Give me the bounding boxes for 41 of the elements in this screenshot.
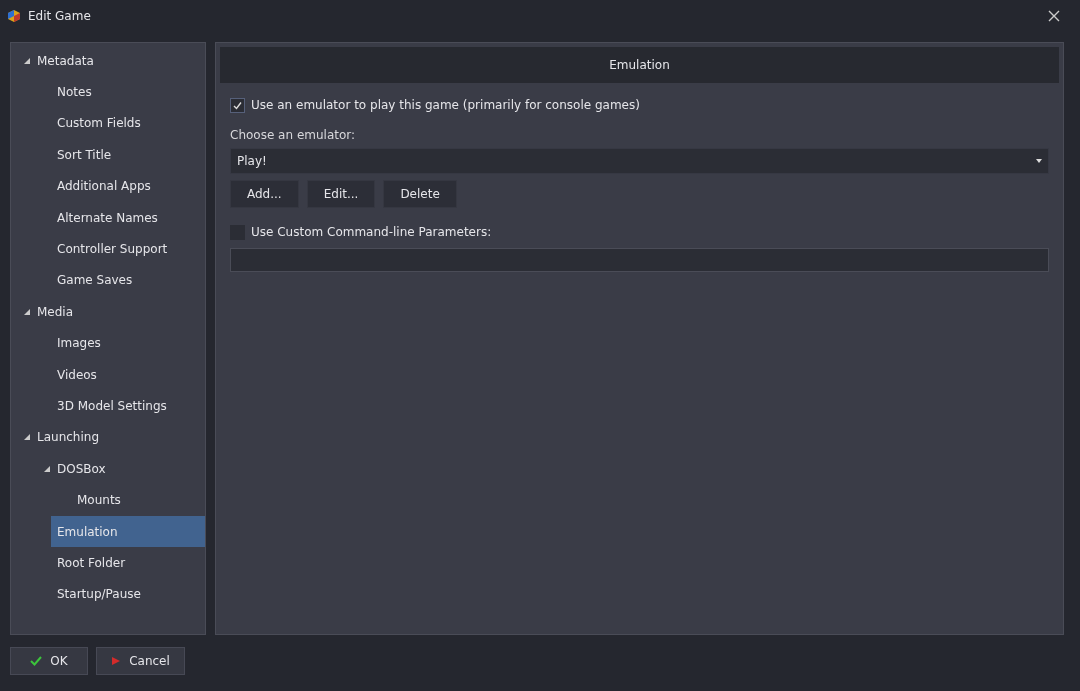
tree-item[interactable]: Mounts	[11, 484, 205, 516]
action-button[interactable]: Edit...	[306, 180, 376, 208]
dropdown-caret-icon	[1036, 159, 1042, 163]
tree-item[interactable]: Launching	[11, 421, 205, 454]
action-button[interactable]: Add...	[230, 180, 299, 208]
tree-item[interactable]: Metadata	[11, 45, 205, 77]
tree-item[interactable]: Sort Title	[11, 139, 205, 171]
tree-item[interactable]: Media	[11, 296, 205, 328]
dialog-button[interactable]: Cancel	[96, 647, 185, 675]
expanded-triangle-icon[interactable]	[24, 57, 30, 64]
input-field[interactable]	[230, 248, 1049, 272]
tree-item[interactable]: Controller Support	[11, 233, 205, 265]
expanded-triangle-icon[interactable]	[24, 434, 30, 441]
checkbox-label: Use Custom Command-line Parameters:	[251, 225, 492, 239]
checkbox-label: Use an emulator to play this game (primarily for console games)	[251, 98, 640, 112]
checkbox[interactable]	[230, 97, 245, 113]
expanded-triangle-icon[interactable]	[24, 308, 30, 315]
field-label: Choose an emulator:	[230, 128, 357, 142]
tree-item[interactable]: Images	[11, 327, 205, 359]
tree-item[interactable]: 3D Model Settings	[11, 390, 205, 422]
tree-item[interactable]: Videos	[11, 358, 205, 391]
tree-item[interactable]: Root Folder	[11, 547, 205, 579]
cancel-icon	[111, 656, 122, 666]
expanded-triangle-icon[interactable]	[44, 465, 50, 472]
tree-item[interactable]: Game Saves	[11, 264, 205, 297]
emulator-dropdown[interactable]: Play!	[230, 148, 1049, 174]
tree-item[interactable]: Emulation	[51, 515, 205, 548]
action-button[interactable]: Delete	[383, 180, 457, 208]
tree-item[interactable]: Additional Apps	[11, 170, 205, 202]
checkmark-icon	[233, 100, 242, 110]
app-logo-icon	[8, 10, 20, 22]
tree-item[interactable]: Alternate Names	[11, 201, 205, 234]
checkmark-icon	[30, 656, 43, 666]
dialog-button[interactable]: OK	[10, 647, 88, 675]
tree-item[interactable]: Custom Fields	[11, 107, 205, 140]
tree-item[interactable]: Startup/Pause	[11, 578, 205, 611]
close-icon	[1048, 10, 1060, 22]
tree-item[interactable]: DOSBox	[11, 453, 205, 485]
window-title: Edit Game	[28, 9, 92, 23]
section-header: Emulation	[220, 47, 1059, 83]
tree-item[interactable]: Notes	[11, 76, 205, 108]
